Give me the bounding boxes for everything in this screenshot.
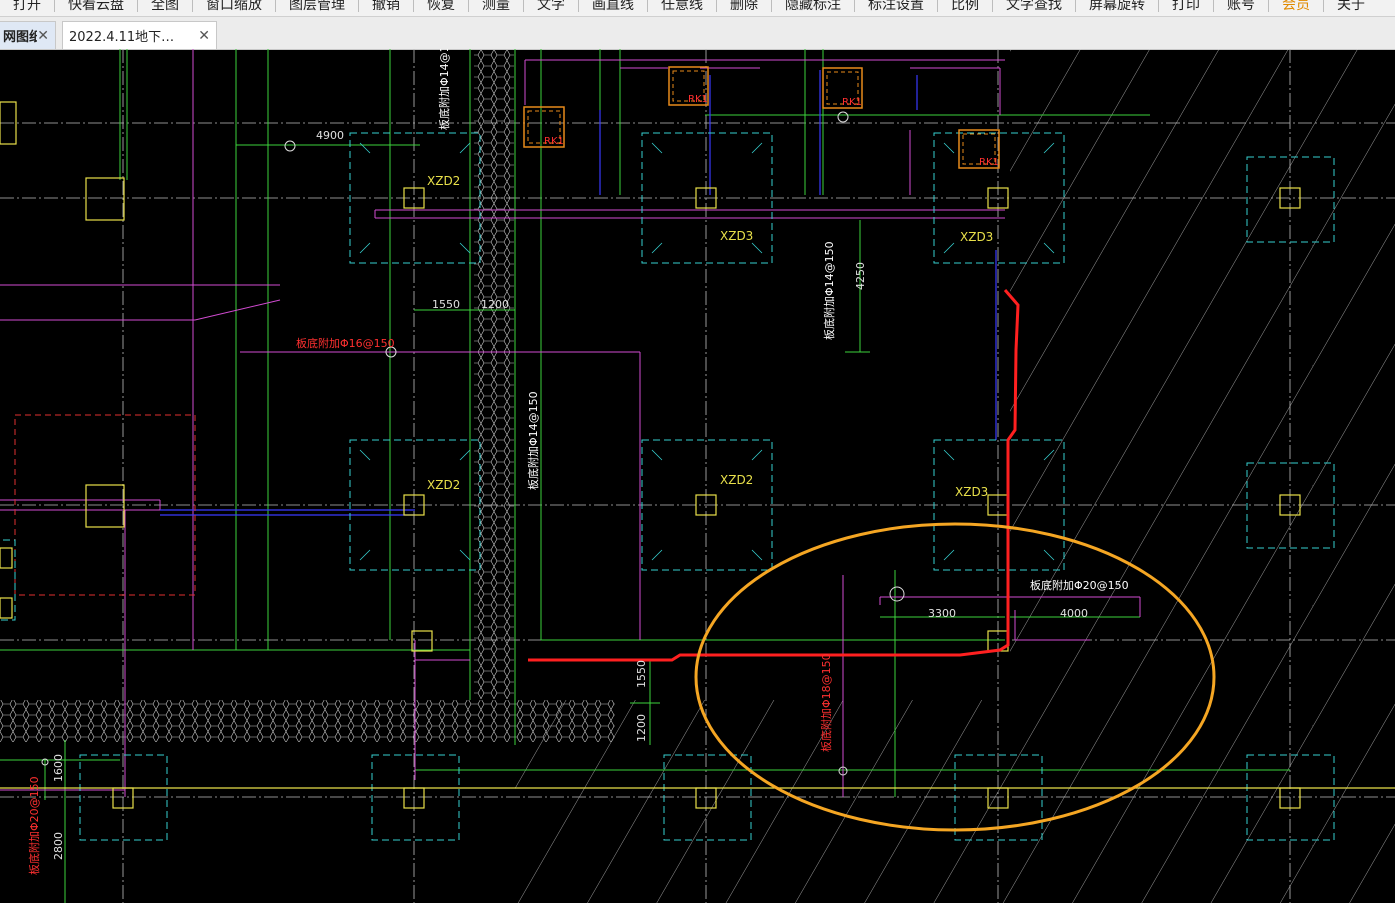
label-xzd2: XZD2	[427, 174, 460, 188]
dim-v1550: 1550	[635, 660, 648, 688]
toolbar-button-14[interactable]: 比例	[938, 0, 992, 16]
rebar-label: 板底附加Φ16@150	[296, 336, 395, 350]
toolbar-button-7[interactable]: 测量	[469, 0, 523, 16]
label-xzd3: XZD3	[960, 230, 993, 244]
dim-1200: 1200	[481, 298, 509, 311]
toolbar-button-10[interactable]: 任意线	[648, 0, 716, 16]
wall-hatch-bottom	[0, 700, 515, 742]
toolbar-button-5[interactable]: 撤销	[359, 0, 413, 16]
toolbar-button-13[interactable]: 标注设置	[855, 0, 937, 16]
tab-label: 2022.4.11地下…	[69, 30, 175, 45]
toolbar-button-9[interactable]: 画直线	[579, 0, 647, 16]
rebar-label: 板底附加Φ20@150	[27, 776, 41, 875]
rebar-label: 板底附加Φ18@150	[819, 653, 833, 752]
tab-label: 网图纸	[3, 30, 38, 45]
toolbar-button-19[interactable]: 会员	[1269, 0, 1323, 16]
close-icon[interactable]: ✕	[37, 28, 49, 44]
rebar-label: 板底附加Φ14@150	[526, 391, 540, 490]
label-xzd2: XZD2	[720, 473, 753, 487]
toolbar-button-3[interactable]: 窗口缩放	[193, 0, 275, 16]
dim-4250: 4250	[854, 262, 867, 290]
toolbar-button-18[interactable]: 账号	[1214, 0, 1268, 16]
label-xzd3: XZD3	[720, 229, 753, 243]
wall-hatch-bottom2	[515, 700, 615, 742]
rk1-boxes	[523, 66, 1000, 169]
axis-markers	[41, 111, 905, 776]
rebar-label: 板底附加Φ14@150	[822, 241, 836, 340]
toolbar-button-6[interactable]: 恢复	[414, 0, 468, 16]
label-rk1: RK1	[688, 94, 708, 105]
magenta-lines	[0, 49, 1141, 797]
toolbar-button-11[interactable]: 删除	[717, 0, 771, 16]
dim-v1200: 1200	[635, 714, 648, 742]
label-xzd3: XZD3	[955, 485, 988, 499]
rebar-label: 板底附加Φ14@150	[437, 49, 451, 130]
label-xzd2: XZD2	[427, 478, 460, 492]
toolbar-button-12[interactable]: 隐藏标注	[772, 0, 854, 16]
label-rk1: RK1	[979, 157, 999, 168]
label-rk1: RK1	[842, 97, 862, 108]
dim-1550: 1550	[432, 298, 460, 311]
toolbar-button-16[interactable]: 屏幕旋转	[1076, 0, 1158, 16]
main-toolbar: 打开 快看云盘 全图 窗口缩放 图层管理 撤销 恢复 测量 文字 画直线 任意线 删除 隐藏标注 标注设置…	[0, 0, 1395, 17]
toolbar-button-20[interactable]: 关于	[1324, 0, 1378, 16]
tab-file[interactable]: 2022.4.11地下… ✕	[62, 21, 217, 49]
toolbar-button-0[interactable]: 打开	[0, 0, 54, 16]
blue-lines	[160, 70, 997, 516]
label-rk1: RK1	[544, 136, 564, 147]
dim-3300: 3300	[928, 607, 956, 620]
cad-drawing-canvas[interactable]: 4900 1550 1200 3300 4000 4250 1550 1200 …	[0, 49, 1395, 903]
tab-bar: 网图纸 ✕ 2022.4.11地下… ✕	[0, 17, 1395, 50]
tab-drawing[interactable]: 网图纸 ✕	[0, 21, 56, 49]
red-markup-line	[528, 289, 1020, 662]
toolbar-button-17[interactable]: 打印	[1159, 0, 1213, 16]
toolbar-button-15[interactable]: 文字查找	[993, 0, 1075, 16]
dim-2800: 2800	[52, 832, 65, 860]
rebar-label: 板底附加Φ20@150	[1030, 578, 1129, 592]
close-icon[interactable]: ✕	[198, 28, 210, 44]
toolbar-button-4[interactable]: 图层管理	[276, 0, 358, 16]
dim-4900: 4900	[316, 129, 344, 142]
dim-1600: 1600	[52, 754, 65, 782]
toolbar-button-1[interactable]: 快看云盘	[55, 0, 137, 16]
toolbar-button-2[interactable]: 全图	[138, 0, 192, 16]
toolbar-button-8[interactable]: 文字	[524, 0, 578, 16]
hatch-area	[1010, 49, 1395, 903]
dim-4000: 4000	[1060, 607, 1088, 620]
